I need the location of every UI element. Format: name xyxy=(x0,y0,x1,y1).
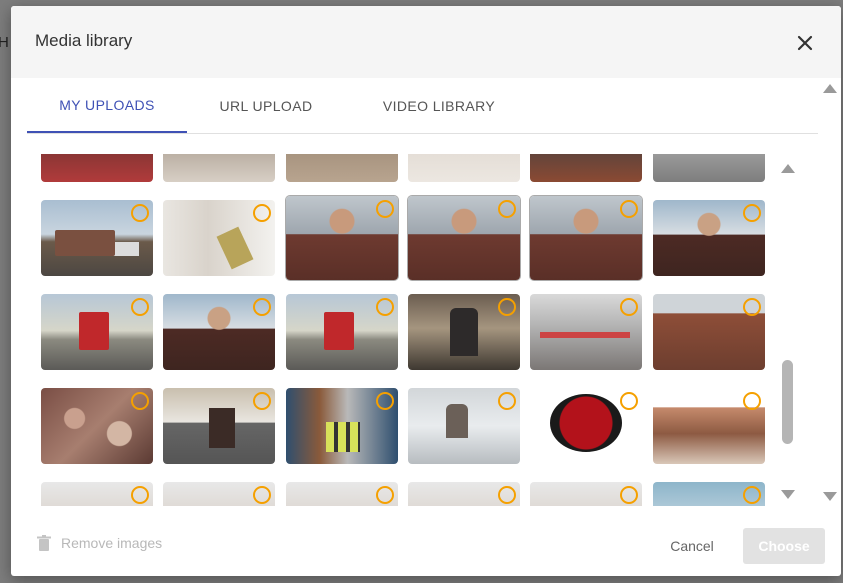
grid-scrollbar[interactable] xyxy=(777,154,799,506)
choose-button[interactable]: Choose xyxy=(743,528,825,564)
image-thumbnail[interactable] xyxy=(408,294,520,370)
image-thumbnail[interactable] xyxy=(41,294,153,370)
image-thumbnail[interactable] xyxy=(530,294,642,370)
image-thumbnail[interactable] xyxy=(163,294,275,370)
select-radio[interactable] xyxy=(253,486,271,504)
image-thumbnail[interactable] xyxy=(41,154,153,182)
image-thumbnail[interactable] xyxy=(163,154,275,182)
image-thumbnail[interactable] xyxy=(653,388,765,464)
image-thumbnail[interactable] xyxy=(530,154,642,182)
close-icon xyxy=(797,35,813,51)
select-radio[interactable] xyxy=(131,392,149,410)
trash-icon xyxy=(37,535,51,551)
select-radio[interactable] xyxy=(376,392,394,410)
select-radio[interactable] xyxy=(498,298,516,316)
image-thumbnail[interactable] xyxy=(408,388,520,464)
image-thumbnail[interactable] xyxy=(408,154,520,182)
tab-url-upload[interactable]: URL UPLOAD xyxy=(206,78,326,133)
scroll-up-arrow-icon[interactable] xyxy=(781,164,795,173)
image-thumbnail[interactable] xyxy=(41,482,153,506)
image-thumbnail[interactable] xyxy=(653,200,765,276)
image-thumbnail[interactable] xyxy=(653,154,765,182)
select-radio[interactable] xyxy=(253,298,271,316)
image-thumbnail[interactable] xyxy=(286,154,398,182)
image-thumbnail[interactable] xyxy=(530,388,642,464)
image-thumbnail[interactable] xyxy=(41,200,153,276)
image-thumbnail[interactable] xyxy=(286,388,398,464)
select-radio[interactable] xyxy=(743,392,761,410)
scroll-up-arrow-icon[interactable] xyxy=(823,84,837,93)
remove-images-label: Remove images xyxy=(61,535,163,551)
select-radio[interactable] xyxy=(376,298,394,316)
select-radio[interactable] xyxy=(376,200,394,218)
select-radio[interactable] xyxy=(498,392,516,410)
image-thumbnail[interactable] xyxy=(163,200,275,276)
select-radio[interactable] xyxy=(620,298,638,316)
image-thumbnail[interactable] xyxy=(41,388,153,464)
dialog-header: Media library xyxy=(11,6,841,78)
dialog-scrollbar[interactable] xyxy=(819,78,841,508)
remove-images-button[interactable]: Remove images xyxy=(37,535,162,551)
select-radio[interactable] xyxy=(253,204,271,222)
image-thumbnail[interactable] xyxy=(163,482,275,506)
image-thumbnail[interactable] xyxy=(408,482,520,506)
close-button[interactable] xyxy=(792,30,818,56)
media-library-dialog: Media library MY UPLOADS URL UPLOAD VIDE… xyxy=(11,6,841,576)
dialog-title: Media library xyxy=(35,31,133,50)
image-thumbnail[interactable] xyxy=(408,196,520,280)
tab-bar: MY UPLOADS URL UPLOAD VIDEO LIBRARY xyxy=(27,78,818,134)
select-radio[interactable] xyxy=(743,486,761,504)
cancel-button[interactable]: Cancel xyxy=(659,533,725,559)
image-grid xyxy=(27,154,777,506)
tab-my-uploads[interactable]: MY UPLOADS xyxy=(27,78,187,133)
select-radio[interactable] xyxy=(376,486,394,504)
select-radio[interactable] xyxy=(498,486,516,504)
select-radio[interactable] xyxy=(498,200,516,218)
select-radio[interactable] xyxy=(131,486,149,504)
select-radio[interactable] xyxy=(743,204,761,222)
image-thumbnail[interactable] xyxy=(286,196,398,280)
select-radio[interactable] xyxy=(131,204,149,222)
image-thumbnail[interactable] xyxy=(653,294,765,370)
image-thumbnail[interactable] xyxy=(163,388,275,464)
select-radio[interactable] xyxy=(743,298,761,316)
dialog-footer: Remove images Cancel Choose xyxy=(11,511,841,576)
image-thumbnail[interactable] xyxy=(653,482,765,506)
select-radio[interactable] xyxy=(620,392,638,410)
select-radio[interactable] xyxy=(620,486,638,504)
image-thumbnail[interactable] xyxy=(286,294,398,370)
tab-video-library[interactable]: VIDEO LIBRARY xyxy=(369,78,509,133)
select-radio[interactable] xyxy=(253,392,271,410)
backdrop-text: H xyxy=(0,34,9,51)
select-radio[interactable] xyxy=(620,200,638,218)
select-radio[interactable] xyxy=(131,298,149,316)
scrollbar-thumb[interactable] xyxy=(782,360,793,444)
image-thumbnail[interactable] xyxy=(286,482,398,506)
image-thumbnail[interactable] xyxy=(530,196,642,280)
scroll-down-arrow-icon[interactable] xyxy=(781,490,795,499)
scroll-down-arrow-icon[interactable] xyxy=(823,492,837,501)
image-thumbnail[interactable] xyxy=(530,482,642,506)
